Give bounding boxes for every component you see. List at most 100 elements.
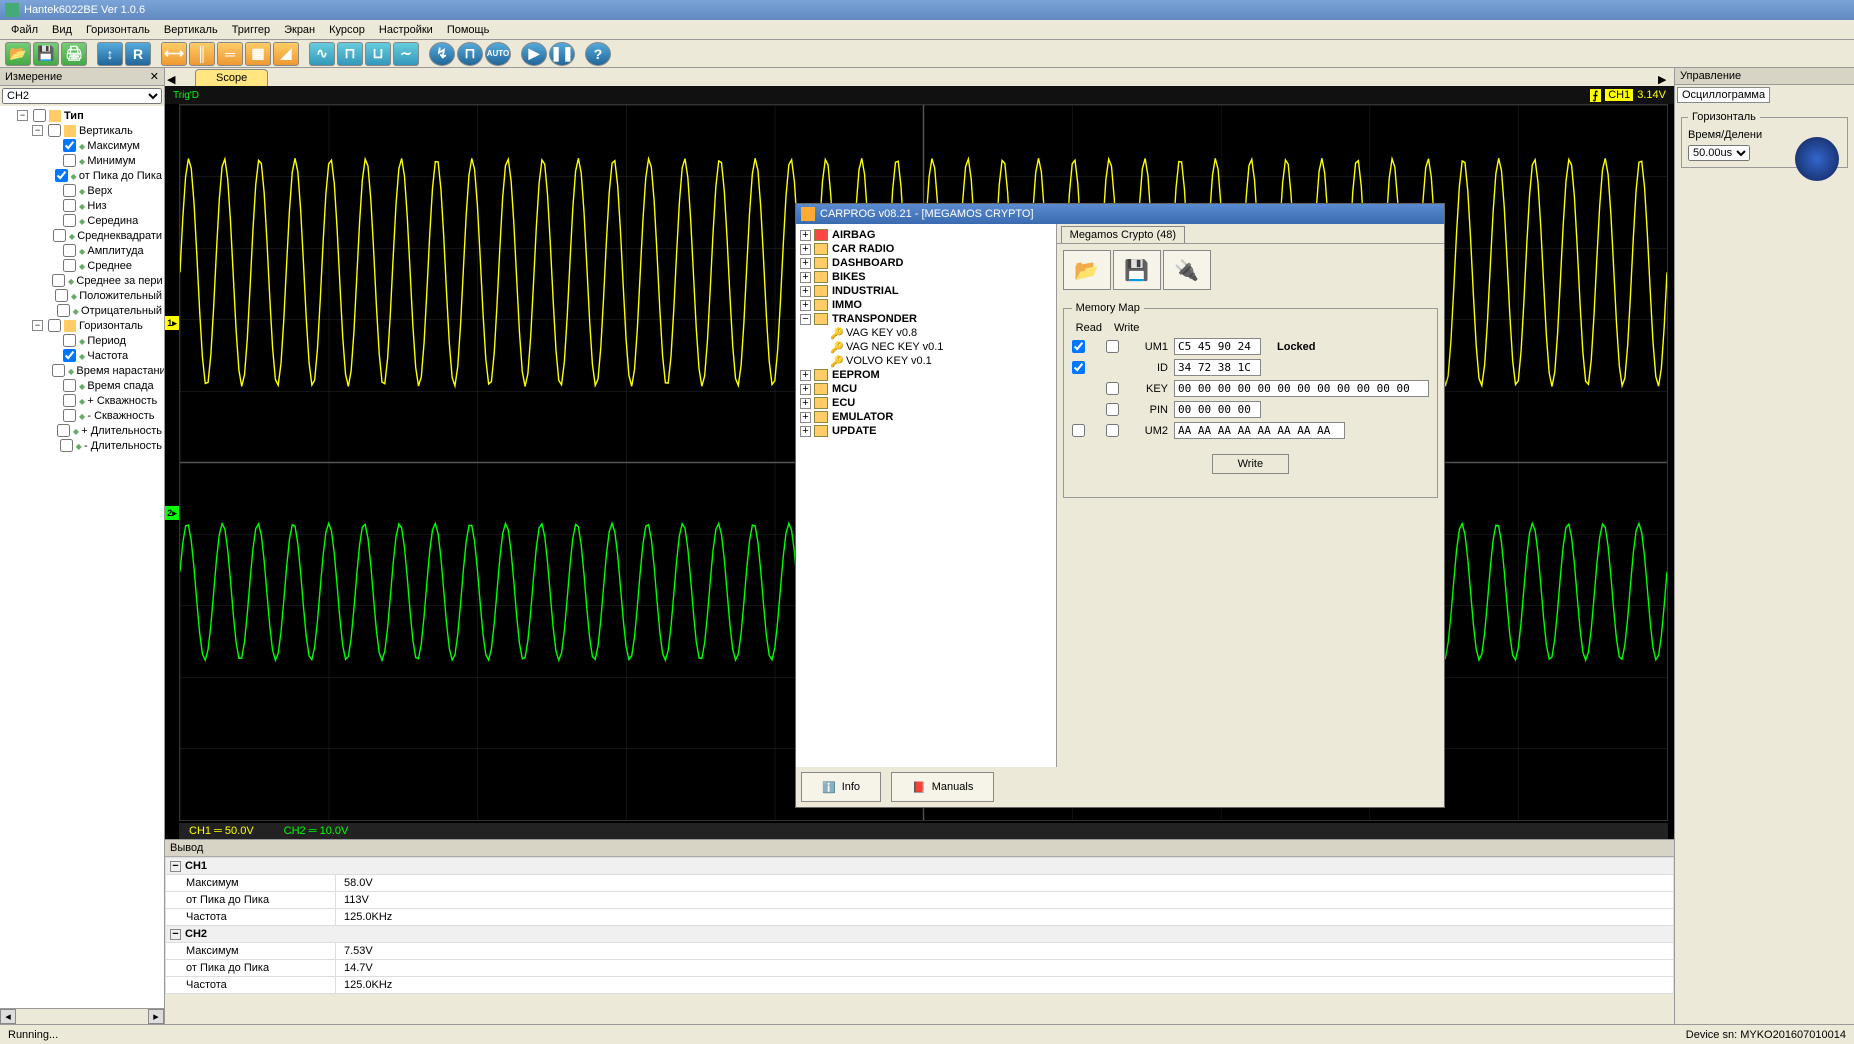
- carprog-node-bikes[interactable]: +BIKES: [800, 270, 1052, 284]
- horizontal-dial[interactable]: [1795, 137, 1839, 181]
- horiz-item-7[interactable]: - Длительность: [2, 438, 162, 453]
- reset-icon[interactable]: R: [125, 42, 151, 66]
- carprog-node-emulator[interactable]: +EMULATOR: [800, 410, 1052, 424]
- cursor-h-icon[interactable]: ═: [217, 42, 243, 66]
- vert-item-10[interactable]: Положительный: [2, 288, 162, 303]
- close-icon[interactable]: ✕: [150, 70, 159, 83]
- carprog-child[interactable]: 🔑VOLVO KEY v0.1: [800, 354, 1052, 368]
- tree-hscroll[interactable]: ◂▸: [0, 1008, 164, 1024]
- grid-icon[interactable]: ▦: [245, 42, 271, 66]
- tab-nav-left[interactable]: ◀: [167, 73, 181, 86]
- write-check[interactable]: [1106, 403, 1119, 416]
- horiz-item-5[interactable]: - Скважность: [2, 408, 162, 423]
- field-input[interactable]: [1174, 359, 1261, 376]
- vert-item-11[interactable]: Отрицательный: [2, 303, 162, 318]
- vert-item-2[interactable]: от Пика до Пика: [2, 168, 162, 183]
- horiz-item-1[interactable]: Частота: [2, 348, 162, 363]
- chip-button[interactable]: 🔌: [1163, 250, 1211, 290]
- menu-vertical[interactable]: Вертикаль: [158, 22, 224, 38]
- horiz-item-6[interactable]: + Длительность: [2, 423, 162, 438]
- open-button[interactable]: 📂: [1063, 250, 1111, 290]
- menu-file[interactable]: Файл: [5, 22, 44, 38]
- collapse-icon[interactable]: −: [170, 861, 181, 872]
- cursor-v-icon[interactable]: ║: [189, 42, 215, 66]
- read-check[interactable]: [1072, 361, 1085, 374]
- read-check[interactable]: [1072, 424, 1085, 437]
- run-icon[interactable]: ▶: [521, 42, 547, 66]
- help-icon[interactable]: ?: [585, 42, 611, 66]
- vert-item-9[interactable]: Среднее за пери: [2, 273, 162, 288]
- vert-item-4[interactable]: Низ: [2, 198, 162, 213]
- channel-select[interactable]: CH2: [2, 88, 162, 104]
- write-check[interactable]: [1106, 340, 1119, 353]
- horiz-item-2[interactable]: Время нарастани: [2, 363, 162, 378]
- math-icon[interactable]: ∿: [309, 42, 335, 66]
- menu-help[interactable]: Помощь: [441, 22, 496, 38]
- tab-scope[interactable]: Scope: [195, 69, 268, 86]
- vert-item-7[interactable]: Амплитуда: [2, 243, 162, 258]
- wave-icon[interactable]: ∼: [393, 42, 419, 66]
- measure-icon[interactable]: ◢: [273, 42, 299, 66]
- carprog-node-immo[interactable]: +IMMO: [800, 298, 1052, 312]
- menu-horizontal[interactable]: Горизонталь: [80, 22, 156, 38]
- auto-icon[interactable]: AUTO: [485, 42, 511, 66]
- trig-pulse-icon[interactable]: ⊓: [457, 42, 483, 66]
- save-icon[interactable]: 💾: [33, 42, 59, 66]
- carprog-node-transponder[interactable]: −TRANSPONDER: [800, 312, 1052, 326]
- info-button[interactable]: ℹ️Info: [801, 772, 881, 802]
- zoom-fit-icon[interactable]: ⟷: [161, 42, 187, 66]
- field-input[interactable]: [1174, 422, 1345, 439]
- vert-item-0[interactable]: Максимум: [2, 138, 162, 153]
- horiz-item-3[interactable]: Время спада: [2, 378, 162, 393]
- fft-icon[interactable]: ⊓: [337, 42, 363, 66]
- tab-oscillogram[interactable]: Осциллограмма: [1677, 87, 1770, 103]
- manuals-button[interactable]: 📕Manuals: [891, 772, 994, 802]
- write-check[interactable]: [1106, 382, 1119, 395]
- carprog-node-industrial[interactable]: +INDUSTRIAL: [800, 284, 1052, 298]
- vert-item-1[interactable]: Минимум: [2, 153, 162, 168]
- ch2-marker[interactable]: 2▸: [165, 506, 179, 520]
- carprog-node-mcu[interactable]: +MCU: [800, 382, 1052, 396]
- vert-item-3[interactable]: Верх: [2, 183, 162, 198]
- carprog-node-update[interactable]: +UPDATE: [800, 424, 1052, 438]
- menu-settings[interactable]: Настройки: [373, 22, 439, 38]
- open-icon[interactable]: 📂: [5, 42, 31, 66]
- horiz-item-4[interactable]: + Скважность: [2, 393, 162, 408]
- tab-megamos[interactable]: Megamos Crypto (48): [1061, 226, 1185, 243]
- ref-icon[interactable]: ⊔: [365, 42, 391, 66]
- write-button[interactable]: Write: [1212, 454, 1289, 474]
- tab-nav-right[interactable]: ▶: [1658, 73, 1672, 86]
- horiz-item-0[interactable]: Период: [2, 333, 162, 348]
- timediv-select[interactable]: 50.00us: [1688, 145, 1750, 161]
- menu-view[interactable]: Вид: [46, 22, 78, 38]
- carprog-node-ecu[interactable]: +ECU: [800, 396, 1052, 410]
- carprog-node-car-radio[interactable]: +CAR RADIO: [800, 242, 1052, 256]
- carprog-node-eeprom[interactable]: +EEPROM: [800, 368, 1052, 382]
- field-input[interactable]: [1174, 380, 1429, 397]
- read-check[interactable]: [1072, 340, 1085, 353]
- menu-cursor[interactable]: Курсор: [323, 22, 371, 38]
- carprog-node-dashboard[interactable]: +DASHBOARD: [800, 256, 1052, 270]
- save-button[interactable]: 💾: [1113, 250, 1161, 290]
- tree-horizontal[interactable]: −Горизонталь: [2, 318, 162, 333]
- carprog-child[interactable]: 🔑VAG KEY v0.8: [800, 326, 1052, 340]
- field-input[interactable]: [1174, 401, 1261, 418]
- field-input[interactable]: [1174, 338, 1261, 355]
- vert-item-5[interactable]: Середина: [2, 213, 162, 228]
- vert-item-6[interactable]: Среднеквадрати: [2, 228, 162, 243]
- vert-item-8[interactable]: Среднее: [2, 258, 162, 273]
- carprog-child[interactable]: 🔑VAG NEC KEY v0.1: [800, 340, 1052, 354]
- cursor-x-icon[interactable]: ↕: [97, 42, 123, 66]
- menu-screen[interactable]: Экран: [278, 22, 321, 38]
- carprog-titlebar[interactable]: CARPROG v08.21 - [MEGAMOS CRYPTO]: [796, 204, 1444, 224]
- print-icon[interactable]: 🖨: [61, 42, 87, 66]
- menu-trigger[interactable]: Триггер: [226, 22, 276, 38]
- carprog-node-airbag[interactable]: +AIRBAG: [800, 228, 1052, 242]
- trig-edge-icon[interactable]: ↯: [429, 42, 455, 66]
- collapse-icon[interactable]: −: [170, 929, 181, 940]
- tree-root[interactable]: −Тип: [2, 108, 162, 123]
- tree-vertical[interactable]: −Вертикаль: [2, 123, 162, 138]
- pause-icon[interactable]: ❚❚: [549, 42, 575, 66]
- write-check[interactable]: [1106, 424, 1119, 437]
- ch1-marker[interactable]: 1▸: [165, 316, 179, 330]
